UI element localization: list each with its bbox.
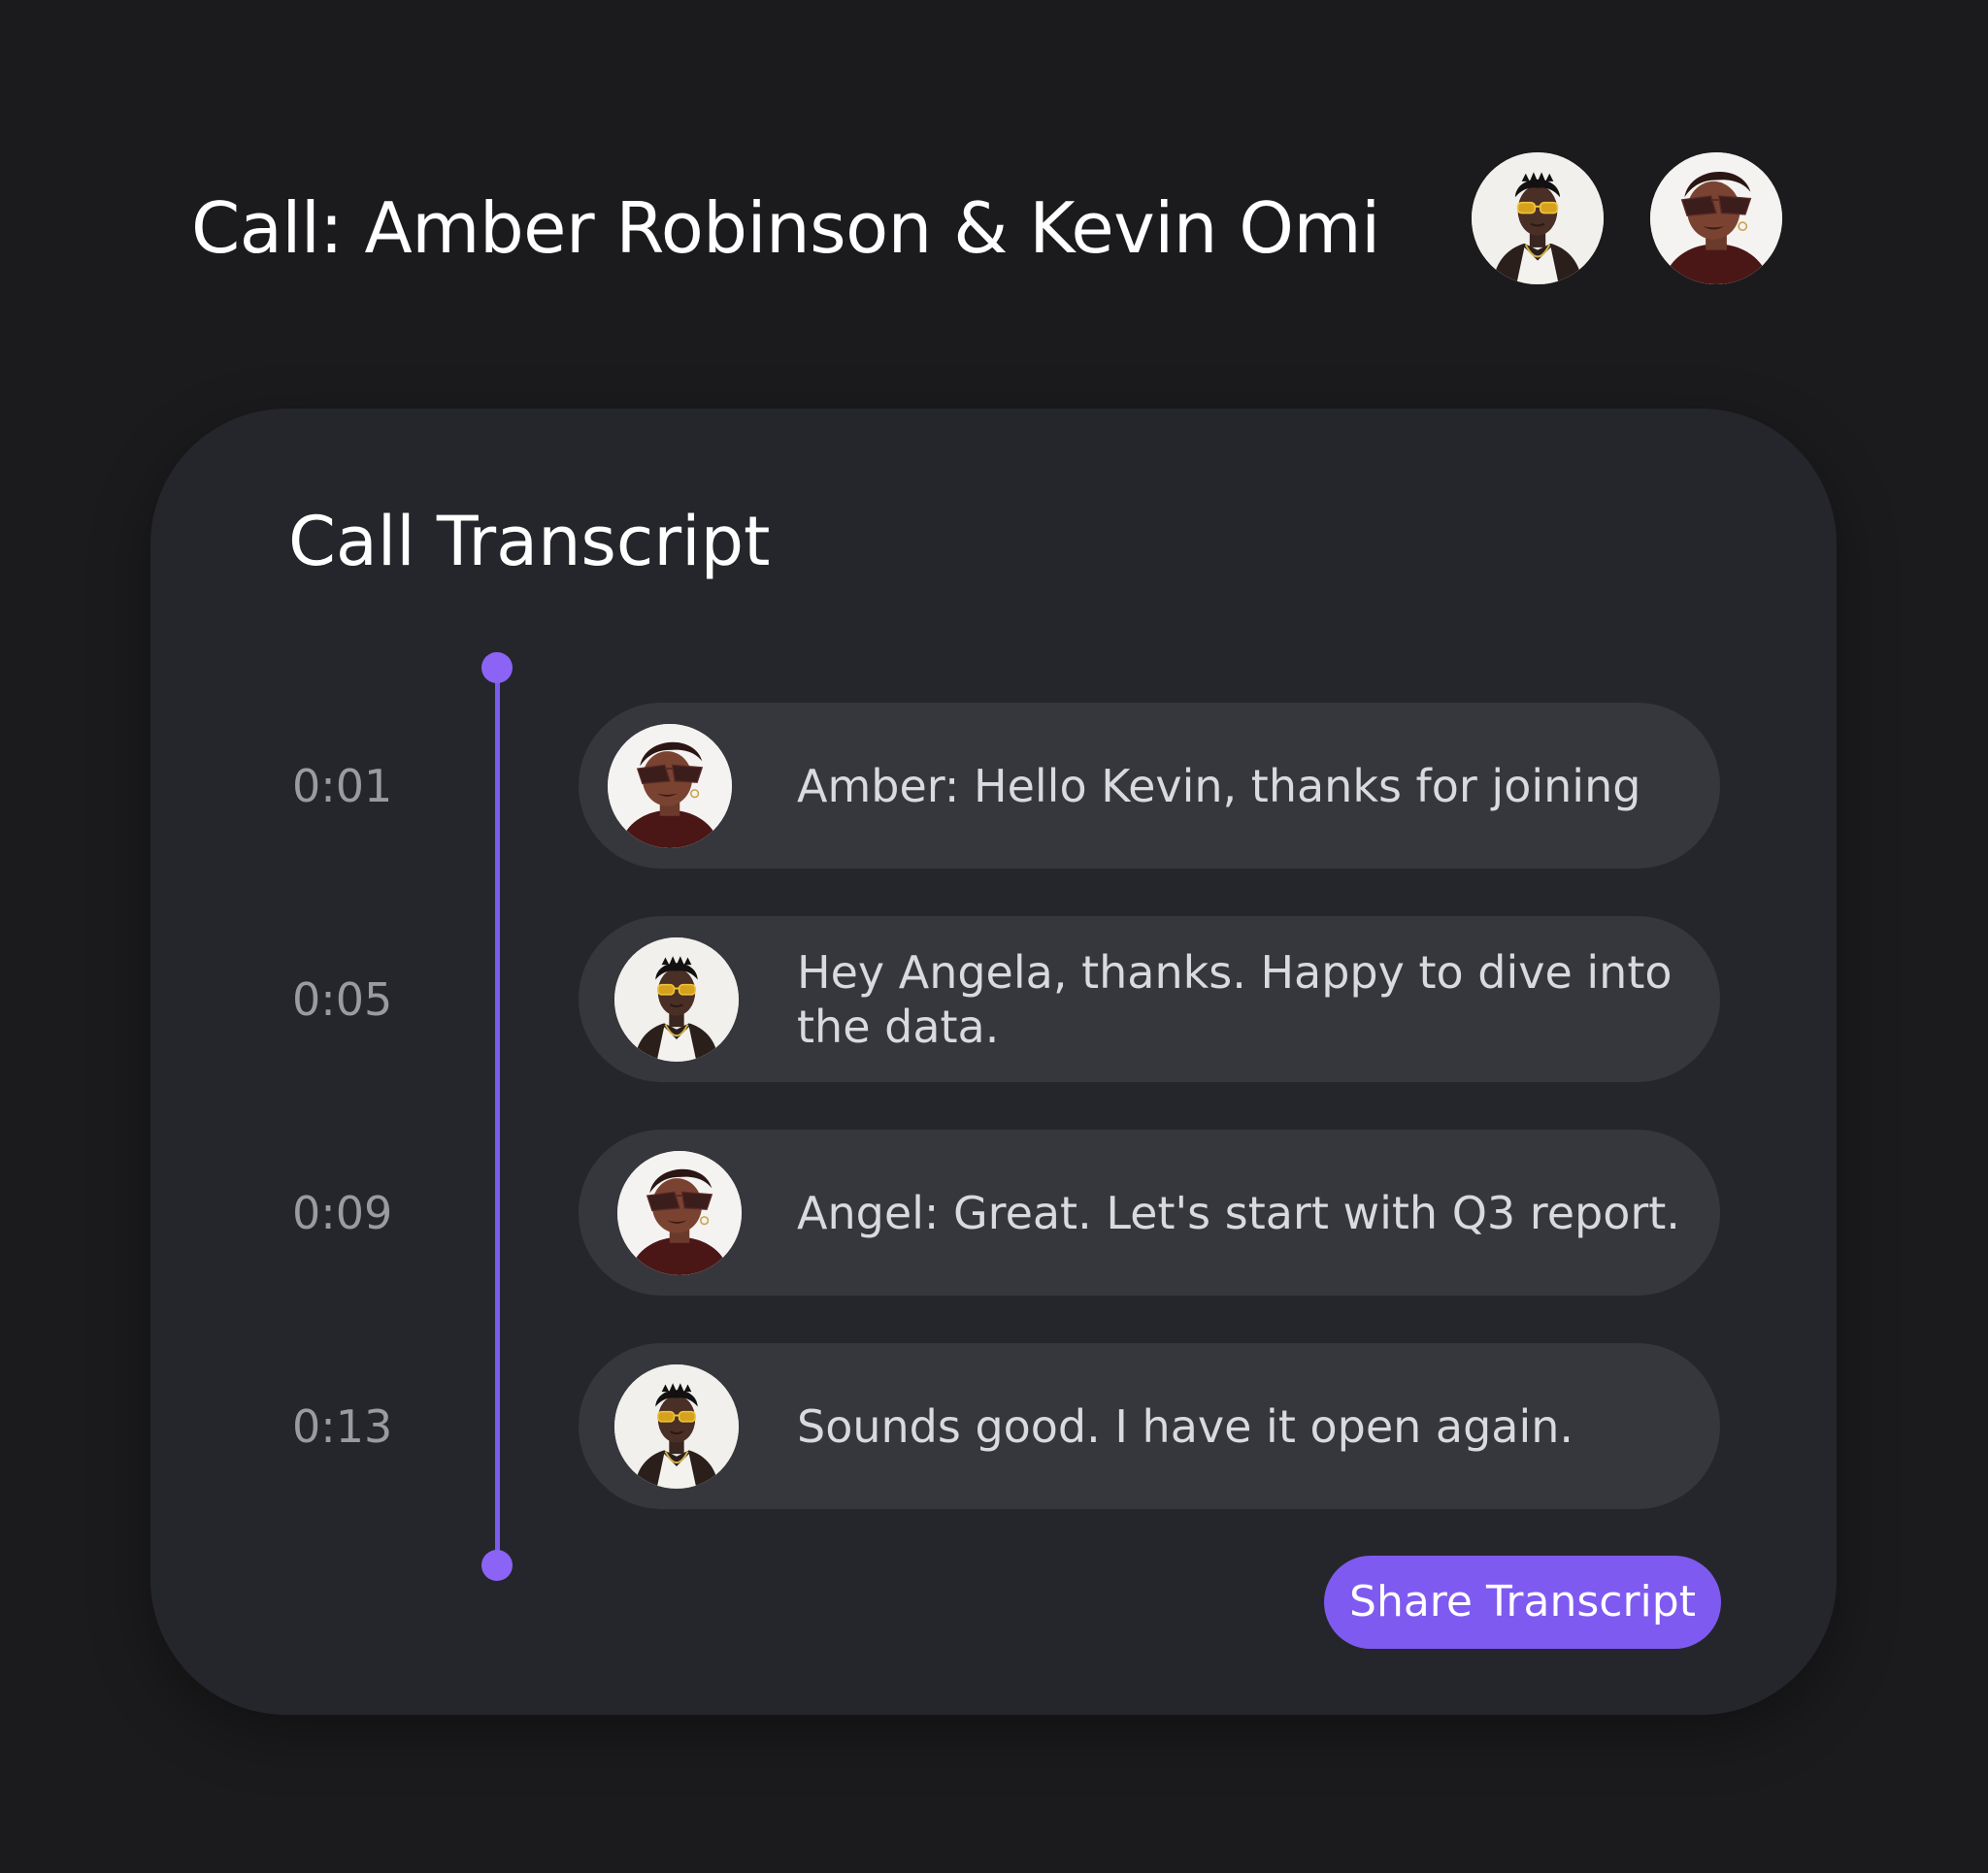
transcript-message[interactable]: Angel: Great. Let's start with Q3 report… <box>579 1130 1720 1296</box>
timeline-line <box>495 668 500 1565</box>
man-sunglasses-avatar-icon <box>614 1364 739 1489</box>
speaker-avatar <box>617 1151 742 1275</box>
timestamp: 0:13 <box>292 1400 393 1453</box>
message-text: Sounds good. I have it open again. <box>797 1399 1574 1453</box>
message-text: Angel: Great. Let's start with Q3 report… <box>797 1186 1680 1239</box>
timestamp: 0:05 <box>292 973 393 1026</box>
man-sunglasses-avatar-icon <box>614 937 739 1062</box>
timestamp: 0:01 <box>292 760 393 812</box>
call-title: Call: Amber Robinson & Kevin Omi <box>191 187 1380 269</box>
woman-sunglasses-avatar-icon <box>617 1151 742 1275</box>
transcript-message[interactable]: Hey Angela, thanks. Happy to dive into t… <box>579 916 1720 1082</box>
timestamp: 0:09 <box>292 1187 393 1239</box>
woman-sunglasses-avatar-icon <box>608 724 732 848</box>
transcript-message[interactable]: Amber: Hello Kevin, thanks for joining <box>579 703 1720 869</box>
speaker-avatar <box>614 1364 739 1489</box>
transcript-message[interactable]: Sounds good. I have it open again. <box>579 1343 1720 1509</box>
participant-avatar-kevin[interactable] <box>1472 152 1604 284</box>
speaker-avatar <box>608 724 732 848</box>
woman-sunglasses-avatar-icon <box>1650 152 1782 284</box>
message-text: Hey Angela, thanks. Happy to dive into t… <box>797 945 1673 1053</box>
timeline-end-dot <box>481 1550 513 1581</box>
participant-avatar-amber[interactable] <box>1650 152 1782 284</box>
share-transcript-button[interactable]: Share Transcript <box>1324 1556 1721 1649</box>
transcript-card: Call Transcript 0:01 Amber: Hello Kevin,… <box>150 409 1837 1715</box>
timeline-start-dot <box>481 652 513 683</box>
man-sunglasses-avatar-icon <box>1472 152 1604 284</box>
transcript-title: Call Transcript <box>288 502 771 581</box>
message-text: Amber: Hello Kevin, thanks for joining <box>797 759 1641 812</box>
speaker-avatar <box>614 937 739 1062</box>
